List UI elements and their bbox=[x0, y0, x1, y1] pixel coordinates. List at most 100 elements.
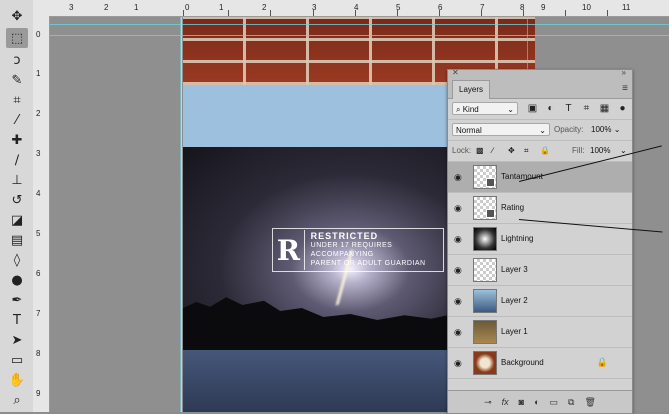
link-icon[interactable]: ⊸ bbox=[484, 397, 492, 408]
rating-line: UNDER 17 REQUIRES ACCOMPANYING bbox=[310, 242, 393, 258]
dodge-icon[interactable]: ● bbox=[6, 270, 28, 290]
blend-row: Normal ⌄ Opacity: 100% ⌄ bbox=[448, 120, 632, 141]
filter-shape-icon[interactable]: ⌗ bbox=[580, 102, 593, 115]
fill-input[interactable]: 100% bbox=[590, 146, 610, 155]
layer-thumbnail bbox=[473, 289, 497, 313]
blend-mode-value: Normal bbox=[456, 126, 482, 135]
ruler-label: 1 bbox=[219, 3, 224, 12]
new-layer-icon[interactable]: ⧉ bbox=[568, 397, 574, 408]
eye-icon[interactable]: ◉ bbox=[454, 327, 462, 338]
lock-brush-icon[interactable]: ∕ bbox=[492, 146, 493, 155]
lock-move-icon[interactable]: ✥ bbox=[508, 146, 515, 155]
gradient-icon[interactable]: ▤ bbox=[6, 230, 28, 250]
marquee-icon[interactable]: ⬚ bbox=[6, 28, 28, 48]
layer-row-lightning[interactable]: ◉ Lightning bbox=[448, 224, 632, 255]
filter-row: ⌕ Kind ⌄ ▣ ◐ T ⌗ ▦ ● bbox=[448, 99, 632, 120]
layer-row-layer-3[interactable]: ◉ Layer 3 bbox=[448, 255, 632, 286]
quick-select-icon[interactable]: ✎ bbox=[6, 70, 28, 90]
lock-artboard-icon[interactable]: ⌗ bbox=[524, 146, 529, 156]
ruler-label: 8 bbox=[36, 349, 41, 358]
layer-row-layer-2[interactable]: ◉ Layer 2 bbox=[448, 286, 632, 317]
lock-label: Lock: bbox=[452, 146, 472, 155]
layer-thumbnail bbox=[473, 196, 497, 220]
ruler-label: 5 bbox=[36, 229, 41, 238]
eye-icon[interactable]: ◉ bbox=[454, 296, 462, 307]
filter-kind-select[interactable]: ⌕ Kind ⌄ bbox=[452, 102, 518, 115]
adjustment-icon[interactable]: ◐ bbox=[534, 397, 539, 407]
fill-label: Fill: bbox=[572, 146, 585, 155]
eyedropper-icon[interactable]: ⁄ bbox=[6, 110, 28, 130]
mask-icon[interactable]: ◙ bbox=[519, 397, 524, 407]
layer-thumbnail bbox=[473, 165, 497, 189]
eraser-icon[interactable]: ◪ bbox=[6, 210, 28, 230]
ruler-label: 2 bbox=[104, 3, 109, 12]
tab-layers[interactable]: Layers bbox=[452, 80, 491, 99]
trash-icon[interactable]: 🗑 bbox=[584, 397, 595, 408]
move-icon[interactable]: ✥ bbox=[6, 6, 28, 26]
eye-icon[interactable]: ◉ bbox=[454, 203, 462, 214]
blur-icon[interactable]: ◊ bbox=[6, 250, 28, 270]
layers-panel: ✕ » Layers ≡ ⌕ Kind ⌄ ▣ ◐ T ⌗ ▦ ● Normal… bbox=[447, 68, 633, 414]
fx-icon[interactable]: fx bbox=[502, 397, 509, 407]
filter-toggle-icon[interactable]: ● bbox=[616, 102, 629, 115]
tools-panel: ✥ ⬚ ↄ ✎ ⌗ ⁄ ✚ ∕ ⊥ ↺ ◪ ▤ ◊ ● ✒ T ➤ ▭ ✋ ⌕ bbox=[0, 0, 34, 412]
brush-icon[interactable]: ∕ bbox=[6, 150, 28, 170]
type-icon[interactable]: T bbox=[6, 310, 28, 330]
history-brush-icon[interactable]: ↺ bbox=[6, 190, 28, 210]
ruler-top: 3 2 1 0 1 2 3 4 5 6 7 8 9 10 11 bbox=[33, 0, 669, 17]
ruler-label: 11 bbox=[622, 3, 631, 12]
lock-transparent-icon[interactable]: ▩ bbox=[476, 146, 484, 155]
eye-icon[interactable]: ◉ bbox=[454, 172, 462, 183]
folder-icon[interactable]: ▭ bbox=[550, 397, 559, 408]
layer-thumbnail bbox=[473, 320, 497, 344]
lock-all-icon[interactable]: 🔒 bbox=[540, 146, 550, 155]
rating-block: R RESTRICTED UNDER 17 REQUIRES ACCOMPANY… bbox=[272, 228, 444, 272]
layer-row-layer-1[interactable]: ◉ Layer 1 bbox=[448, 317, 632, 348]
eye-icon[interactable]: ◉ bbox=[454, 265, 462, 276]
rating-letter: R bbox=[273, 230, 305, 270]
blend-mode-select[interactable]: Normal ⌄ bbox=[452, 123, 550, 136]
ruler-label: 10 bbox=[582, 3, 591, 12]
stamp-icon[interactable]: ⊥ bbox=[6, 170, 28, 190]
layer-name: Layer 2 bbox=[501, 296, 528, 305]
smart-object-badge-icon bbox=[486, 209, 495, 218]
filter-type-icon[interactable]: T bbox=[562, 102, 575, 115]
filter-pixel-icon[interactable]: ▣ bbox=[526, 102, 539, 115]
ruler-label: 2 bbox=[262, 3, 267, 12]
filter-smart-object-icon[interactable]: ▦ bbox=[598, 102, 611, 115]
ruler-label: 9 bbox=[36, 389, 41, 398]
layer-row-background[interactable]: ◉ Background 🔒 bbox=[448, 348, 632, 379]
crop-icon[interactable]: ⌗ bbox=[6, 90, 28, 110]
path-select-icon[interactable]: ➤ bbox=[6, 330, 28, 350]
eye-icon[interactable]: ◉ bbox=[454, 234, 462, 245]
filter-adjustment-icon[interactable]: ◐ bbox=[544, 102, 557, 115]
rating-title: RESTRICTED bbox=[310, 231, 379, 241]
eye-icon[interactable]: ◉ bbox=[454, 358, 462, 369]
layer-thumbnail bbox=[473, 351, 497, 375]
opacity-input[interactable]: 100% ⌄ bbox=[588, 123, 626, 136]
lasso-icon[interactable]: ↄ bbox=[6, 50, 28, 70]
zoom-icon[interactable]: ⌕ bbox=[6, 390, 28, 410]
collapse-icon[interactable]: » bbox=[622, 68, 626, 77]
layer-row-rating[interactable]: ◉ Rating bbox=[448, 193, 632, 224]
layers-bottom-bar: ⊸ fx ◙ ◐ ▭ ⧉ 🗑 bbox=[448, 390, 632, 413]
bottom-image bbox=[183, 350, 453, 412]
filter-kind-label: Kind bbox=[462, 105, 479, 114]
layer-name: Layer 1 bbox=[501, 327, 528, 336]
shape-icon[interactable]: ▭ bbox=[6, 350, 28, 370]
ruler-label: 3 bbox=[69, 3, 74, 12]
ruler-label: 9 bbox=[541, 3, 546, 12]
ruler-label: 0 bbox=[185, 3, 190, 12]
layer-thumbnail bbox=[473, 258, 497, 282]
ruler-label: 0 bbox=[36, 30, 41, 39]
healing-icon[interactable]: ✚ bbox=[6, 130, 28, 150]
smart-object-badge-icon bbox=[486, 178, 495, 187]
guide-line bbox=[180, 17, 181, 412]
panel-menu-icon[interactable]: ≡ bbox=[622, 83, 628, 94]
hand-icon[interactable]: ✋ bbox=[6, 370, 28, 390]
ruler-label: 7 bbox=[36, 309, 41, 318]
close-icon[interactable]: ✕ bbox=[452, 68, 459, 77]
layer-row-tantamount[interactable]: ◉ Tantamount bbox=[448, 162, 632, 193]
opacity-label: Opacity: bbox=[554, 125, 584, 134]
pen-icon[interactable]: ✒ bbox=[6, 290, 28, 310]
